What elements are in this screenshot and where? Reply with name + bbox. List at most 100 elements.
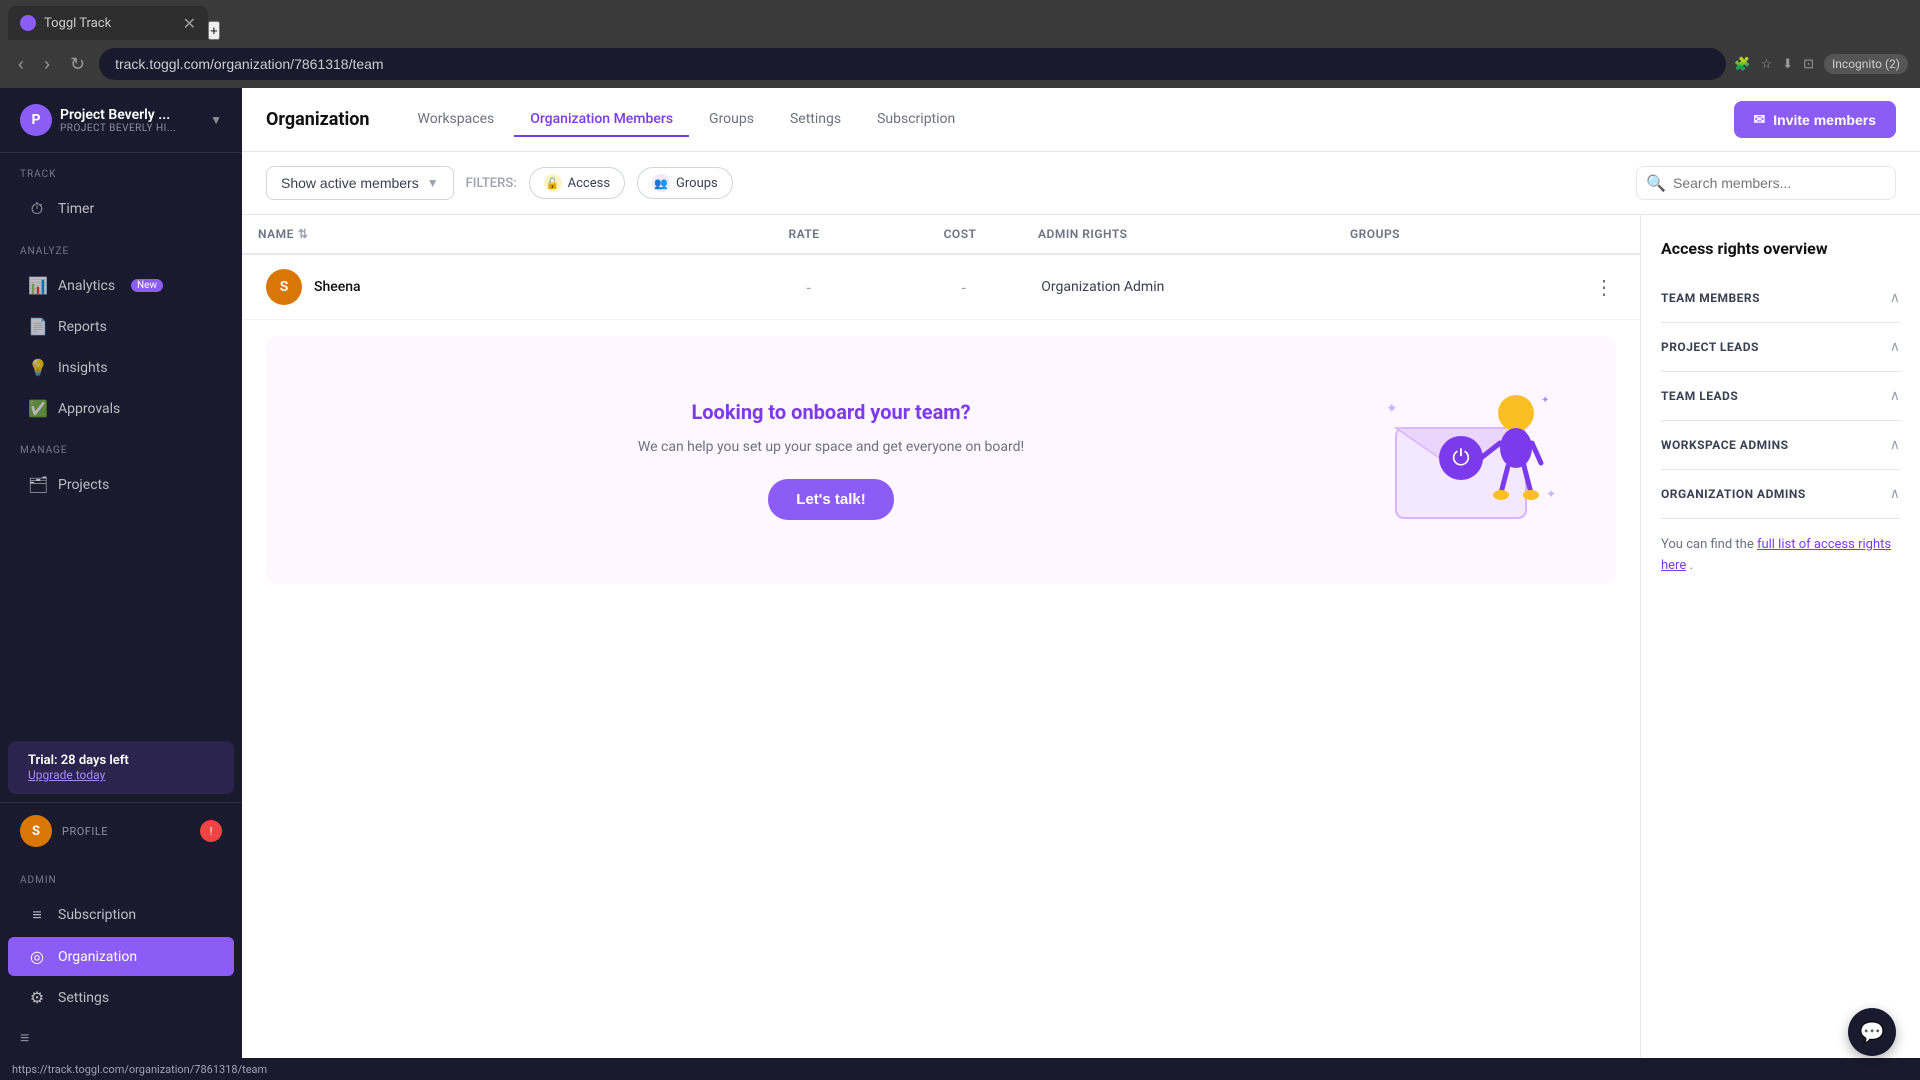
tab-groups[interactable]: Groups xyxy=(693,103,770,137)
project-icon: P xyxy=(20,104,52,136)
access-footer: You can find the full list of access rig… xyxy=(1661,535,1900,577)
subscription-icon: ≡ xyxy=(28,905,46,925)
sidebar-item-projects[interactable]: 🗂 Projects xyxy=(8,465,234,504)
project-leads-label: PROJECT LEADS xyxy=(1661,340,1759,354)
bookmark-icon: ☆ xyxy=(1761,57,1773,72)
right-panel: Access rights overview TEAM MEMBERS ∧ PR… xyxy=(1640,215,1920,1058)
member-cost: - xyxy=(886,278,1041,297)
sidebar-item-organization[interactable]: ◎ Organization xyxy=(8,937,234,976)
incognito-badge: Incognito (2) xyxy=(1824,54,1908,74)
refresh-button[interactable]: ↻ xyxy=(64,50,91,79)
status-bar: https://track.toggl.com/organization/786… xyxy=(0,1058,1920,1080)
main-content: Organization Workspaces Organization Mem… xyxy=(242,88,1920,1058)
groups-filter-icon: 👥 xyxy=(652,174,670,192)
chat-icon: 💬 xyxy=(1860,1020,1885,1044)
tab-subscription[interactable]: Subscription xyxy=(861,103,971,137)
browser-tab[interactable]: Toggl Track ✕ xyxy=(8,6,208,40)
invite-members-button[interactable]: ✉ Invite members xyxy=(1734,101,1896,138)
svg-text:⏻: ⏻ xyxy=(1452,446,1469,471)
sort-icon: ⇅ xyxy=(298,227,309,241)
groups-filter-chip[interactable]: 👥 Groups xyxy=(637,167,733,199)
project-sub: PROJECT BEVERLY HI... xyxy=(60,123,176,134)
search-icon: 🔍 xyxy=(1646,174,1666,193)
onboard-cta-button[interactable]: Let's talk! xyxy=(768,479,893,520)
sidebar: P Project Beverly ... PROJECT BEVERLY HI… xyxy=(0,88,242,1058)
workspace-admins-chevron-icon: ∧ xyxy=(1890,437,1900,453)
top-nav: Organization Workspaces Organization Mem… xyxy=(242,88,1920,152)
forward-button[interactable]: › xyxy=(38,50,56,79)
extensions-icon: 🧩 xyxy=(1734,57,1750,72)
col-name-header: NAME xyxy=(258,227,294,241)
nav-org-title: Organization xyxy=(266,109,370,130)
reports-label: Reports xyxy=(58,319,107,335)
org-admins-chevron-icon: ∧ xyxy=(1890,486,1900,502)
member-name: Sheena xyxy=(314,279,361,295)
tab-close-button[interactable]: ✕ xyxy=(183,14,196,33)
tab-settings[interactable]: Settings xyxy=(774,103,857,137)
dropdown-chevron-icon: ▼ xyxy=(427,176,439,190)
filters-bar: Show active members ▼ FILTERS: 🔓 Access … xyxy=(242,152,1920,215)
subscription-label: Subscription xyxy=(58,907,136,923)
timer-icon: ⏱ xyxy=(28,199,46,219)
new-tab-button[interactable]: + xyxy=(208,21,220,40)
project-leads-chevron-icon: ∧ xyxy=(1890,339,1900,355)
avatar: S xyxy=(20,815,52,847)
show-members-label: Show active members xyxy=(281,175,419,191)
sidebar-toggle[interactable]: ≡ xyxy=(0,1018,242,1058)
search-input[interactable] xyxy=(1636,166,1896,200)
org-admins-section: ORGANIZATION ADMINS ∧ xyxy=(1661,474,1900,519)
trial-banner: Trial: 28 days left Upgrade today xyxy=(8,741,234,794)
filters-label: FILTERS: xyxy=(466,176,517,191)
tab-workspaces[interactable]: Workspaces xyxy=(402,103,511,137)
project-selector[interactable]: P Project Beverly ... PROJECT BEVERLY HI… xyxy=(20,104,222,136)
team-members-section: TEAM MEMBERS ∧ xyxy=(1661,278,1900,323)
row-more-button[interactable]: ⋮ xyxy=(1590,271,1618,304)
chat-widget-button[interactable]: 💬 xyxy=(1848,1008,1896,1056)
onboard-illustration: ⏻ xyxy=(1356,368,1576,552)
access-filter-icon: 🔓 xyxy=(544,174,562,192)
status-url: https://track.toggl.com/organization/786… xyxy=(12,1063,267,1076)
show-members-dropdown[interactable]: Show active members ▼ xyxy=(266,166,454,200)
col-cost-header: COST xyxy=(882,227,1038,241)
sidebar-item-timer[interactable]: ⏱ Timer xyxy=(8,189,234,229)
admin-section-label: ADMIN xyxy=(0,859,242,894)
col-rate-header: RATE xyxy=(726,227,882,241)
team-leads-section: TEAM LEADS ∧ xyxy=(1661,376,1900,421)
col-groups-header: GROUPS xyxy=(1350,227,1584,241)
sidebar-item-reports[interactable]: 📄 Reports xyxy=(8,307,234,346)
member-admin-rights: Organization Admin xyxy=(1041,279,1351,295)
svg-text:✦: ✦ xyxy=(1546,487,1556,501)
project-leads-section: PROJECT LEADS ∧ xyxy=(1661,327,1900,372)
track-section-label: TRACK xyxy=(0,153,242,188)
sidebar-item-insights[interactable]: 💡 Insights xyxy=(8,348,234,387)
sidebar-item-subscription[interactable]: ≡ Subscription xyxy=(8,895,234,935)
col-admin-header: ADMIN RIGHTS xyxy=(1038,227,1350,241)
manage-section-label: MANAGE xyxy=(0,429,242,464)
address-bar[interactable] xyxy=(99,48,1726,80)
nav-tabs: Workspaces Organization Members Groups S… xyxy=(402,103,1702,137)
upgrade-link[interactable]: Upgrade today xyxy=(28,768,214,782)
team-members-label: TEAM MEMBERS xyxy=(1661,291,1760,305)
team-leads-label: TEAM LEADS xyxy=(1661,389,1738,403)
insights-label: Insights xyxy=(58,360,108,376)
sidebar-profile: S PROFILE ! xyxy=(0,802,242,859)
project-name: Project Beverly ... xyxy=(60,107,176,123)
member-avatar: S xyxy=(266,269,302,305)
approvals-icon: ✅ xyxy=(28,399,46,418)
timer-label: Timer xyxy=(58,201,94,217)
member-rate: - xyxy=(731,278,886,297)
analyze-section-label: ANALYZE xyxy=(0,230,242,265)
access-filter-label: Access xyxy=(568,176,610,191)
sidebar-item-settings[interactable]: ⚙ Settings xyxy=(8,978,234,1017)
sidebar-item-approvals[interactable]: ✅ Approvals xyxy=(8,389,234,428)
table-row: S Sheena - - Organization Admin ⋮ xyxy=(242,255,1640,320)
organization-label: Organization xyxy=(58,949,137,965)
access-filter-chip[interactable]: 🔓 Access xyxy=(529,167,625,199)
onboard-description: We can help you set up your space and ge… xyxy=(638,436,1024,458)
analytics-label: Analytics xyxy=(58,278,115,294)
tab-favicon xyxy=(20,15,36,31)
sidebar-item-analytics[interactable]: 📊 Analytics New xyxy=(8,266,234,305)
back-button[interactable]: ‹ xyxy=(12,50,30,79)
profile-label: PROFILE xyxy=(62,825,108,838)
tab-organization-members[interactable]: Organization Members xyxy=(514,103,689,137)
